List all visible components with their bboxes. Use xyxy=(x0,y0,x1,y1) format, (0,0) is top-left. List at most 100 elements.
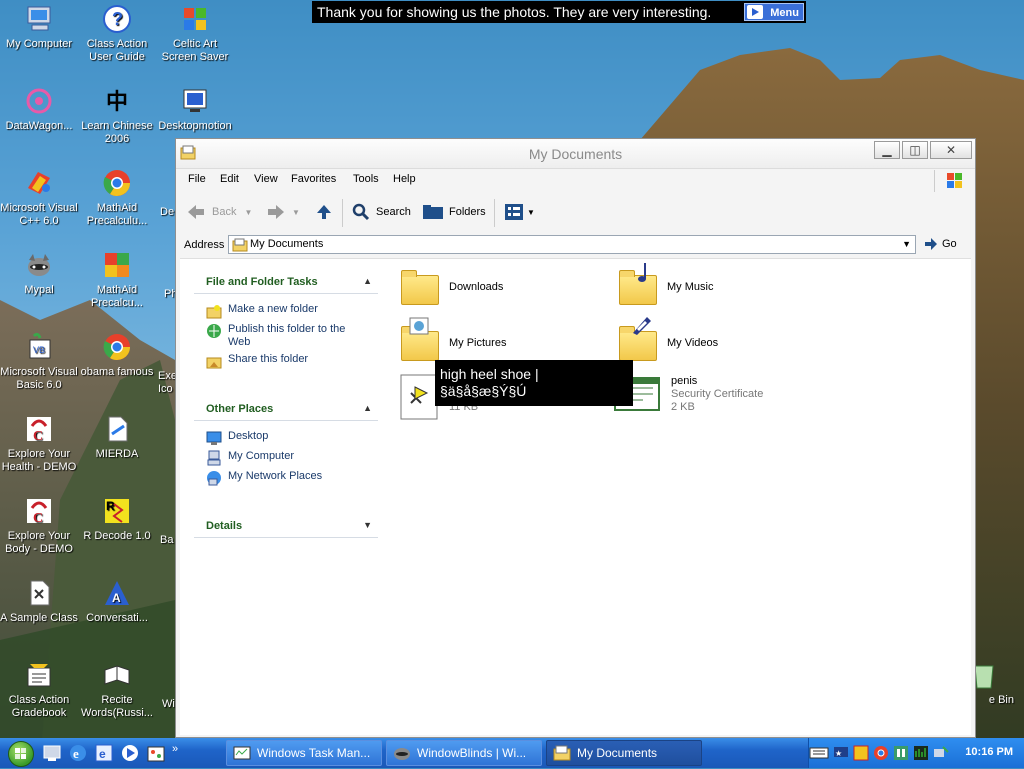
desktop-icon-gradebook[interactable]: Class Action Gradebook xyxy=(0,659,78,720)
file-folder-tasks-header[interactable]: File and Folder Tasks ▲ xyxy=(194,273,378,294)
search-label: Search xyxy=(376,206,411,218)
desktop-icon-conversation[interactable]: A Conversati... xyxy=(78,577,156,625)
desktop-icon-label: Explore Your Health - DEMO xyxy=(1,448,77,473)
minimize-button[interactable]: ▁ xyxy=(874,141,900,159)
svg-text:C: C xyxy=(33,429,43,444)
forward-arrow-icon xyxy=(268,205,284,219)
my-network-places-link[interactable]: My Network Places xyxy=(206,470,322,486)
views-button[interactable]: ▼ xyxy=(504,203,535,221)
desktop-icon-mypal[interactable]: Mypal xyxy=(0,249,78,297)
desktop-icon-label: R Decode 1.0 xyxy=(83,530,151,542)
file-item-my-pictures[interactable]: My Pictures xyxy=(399,317,506,363)
desktop-icon-label: obama famous xyxy=(80,366,154,378)
back-arrow-icon xyxy=(188,205,204,219)
chrome-icon[interactable] xyxy=(873,745,889,761)
network-meter-icon[interactable] xyxy=(913,745,929,761)
svg-text:VB: VB xyxy=(33,345,45,355)
my-computer-link[interactable]: My Computer xyxy=(206,450,294,466)
desktop-icon-r-decode[interactable]: R R Decode 1.0 xyxy=(78,495,156,543)
publish-folder-link[interactable]: Publish this folder to the Web xyxy=(206,323,366,349)
desktop-icon-explore-body[interactable]: C Explore Your Body - DEMO xyxy=(0,495,78,556)
taskbar-windowblinds[interactable]: WindowBlinds | Wi... xyxy=(386,740,542,766)
desktop-icon-explore-health[interactable]: C Explore Your Health - DEMO xyxy=(0,413,78,474)
datawagon-icon xyxy=(23,85,55,117)
outlook-icon[interactable]: e xyxy=(94,743,114,763)
clock[interactable]: 10:16 PM xyxy=(965,746,1013,758)
internet-explorer-icon[interactable]: e xyxy=(68,743,88,763)
menu-help[interactable]: Help xyxy=(393,173,416,185)
forward-button[interactable]: ▼ xyxy=(266,203,300,221)
videos-folder-icon xyxy=(617,317,657,363)
paint-icon[interactable] xyxy=(146,743,166,763)
desktop-icon-visual-basic[interactable]: VB Microsoft Visual Basic 6.0 xyxy=(0,331,78,392)
desktop-icon-desktopmotion[interactable]: Desktopmotion xyxy=(156,85,234,133)
keyboard-icon[interactable] xyxy=(809,745,829,761)
svg-text:R: R xyxy=(106,499,115,513)
desktop-icon-celtic-art[interactable]: Celtic Art Screen Saver xyxy=(156,3,234,64)
desktop-icon-label: Conversati... xyxy=(86,612,148,624)
maximize-button[interactable]: ◫ xyxy=(902,141,928,159)
start-button[interactable] xyxy=(8,741,34,767)
details-header[interactable]: Details ▼ xyxy=(194,517,378,538)
folders-button[interactable]: Folders xyxy=(422,203,486,221)
chrome-icon xyxy=(101,331,133,363)
desktop-icon-sample-class[interactable]: A Sample Class xyxy=(0,577,78,625)
file-item-my-videos[interactable]: My Videos xyxy=(617,317,719,363)
show-desktop-icon[interactable] xyxy=(42,743,62,763)
tray-app-icon[interactable] xyxy=(853,745,869,761)
share-folder-link[interactable]: Share this folder xyxy=(206,353,308,369)
task-link-label: Share this folder xyxy=(228,353,309,365)
restore-icon: ◫ xyxy=(909,143,921,157)
menu-view[interactable]: View xyxy=(254,173,278,185)
file-item-penis-certificate[interactable]: penis Security Certificate 2 KB xyxy=(613,374,763,414)
desktop-icon-label: MIERDA xyxy=(95,448,139,460)
folder-content: File and Folder Tasks ▲ Make a new folde… xyxy=(180,258,971,735)
desktop-icon-label: MathAid Precalcu... xyxy=(91,284,143,309)
back-button[interactable]: Back ▼ xyxy=(186,203,252,221)
views-dropdown-icon: ▼ xyxy=(527,207,535,217)
up-button[interactable] xyxy=(315,203,333,221)
desktop-icon-mathaid-1[interactable]: MathAid Precalculu... xyxy=(78,167,156,228)
desktop-icon-visual-cpp[interactable]: Microsoft Visual C++ 6.0 xyxy=(0,167,78,228)
file-item-downloads[interactable]: Downloads xyxy=(399,267,503,307)
desktop-icon-class-action-guide[interactable]: ? Class Action User Guide xyxy=(78,3,156,64)
desktop-icon-datawagon[interactable]: DataWagon... xyxy=(0,85,78,133)
menu-tools[interactable]: Tools xyxy=(353,173,379,185)
desktop-link[interactable]: Desktop xyxy=(206,430,268,446)
desktop-icon-learn-chinese[interactable]: 中 Learn Chinese 2006 xyxy=(78,85,156,146)
go-button[interactable]: Go xyxy=(924,237,957,251)
desktop-icon-label: Microsoft Visual Basic 6.0 xyxy=(0,366,78,391)
file-item-my-music[interactable]: My Music xyxy=(617,263,714,307)
flag-icon[interactable]: ★ xyxy=(833,745,849,761)
desktop-icon-mathaid-2[interactable]: MathAid Precalcu... xyxy=(78,249,156,310)
place-link-label: My Network Places xyxy=(228,470,323,482)
desktop-icon-recite-words[interactable]: Recite Words(Russi... xyxy=(78,659,156,720)
address-input[interactable]: My Documents ▼ xyxy=(228,235,916,254)
place-link-label: Desktop xyxy=(228,430,269,442)
media-player-icon[interactable] xyxy=(120,743,140,763)
search-button[interactable]: Search xyxy=(352,203,411,221)
quick-launch-overflow-icon[interactable]: » xyxy=(172,743,178,763)
make-new-folder-link[interactable]: Make a new folder xyxy=(206,303,318,319)
mathaid-icon xyxy=(101,249,133,281)
desktop-icon-mierda[interactable]: MIERDA xyxy=(78,413,156,461)
task-link-label: Make a new folder xyxy=(228,303,318,315)
window-titlebar[interactable]: My Documents ▁ ◫ ✕ xyxy=(176,139,975,169)
taskbar-my-documents[interactable]: My Documents xyxy=(546,740,702,766)
desktop-icon-my-computer[interactable]: My Computer xyxy=(0,3,78,51)
pause-icon[interactable] xyxy=(893,745,909,761)
menu-file[interactable]: File xyxy=(188,173,206,185)
other-places-header[interactable]: Other Places ▲ xyxy=(194,400,378,421)
desktop-icon-obama-famous[interactable]: obama famous xyxy=(78,331,156,379)
pane-heading: Details xyxy=(206,520,243,532)
file-name: My Videos xyxy=(667,337,719,349)
banner-menu-button[interactable]: Menu xyxy=(744,3,804,21)
svg-text:★: ★ xyxy=(835,749,842,758)
address-dropdown-icon[interactable]: ▼ xyxy=(902,236,911,253)
menu-favorites[interactable]: Favorites xyxy=(291,173,336,185)
file-name: My Music xyxy=(667,281,714,293)
close-button[interactable]: ✕ xyxy=(930,141,972,159)
menu-edit[interactable]: Edit xyxy=(220,173,239,185)
taskbar-task-manager[interactable]: Windows Task Man... xyxy=(226,740,382,766)
connection-icon[interactable] xyxy=(933,745,949,761)
